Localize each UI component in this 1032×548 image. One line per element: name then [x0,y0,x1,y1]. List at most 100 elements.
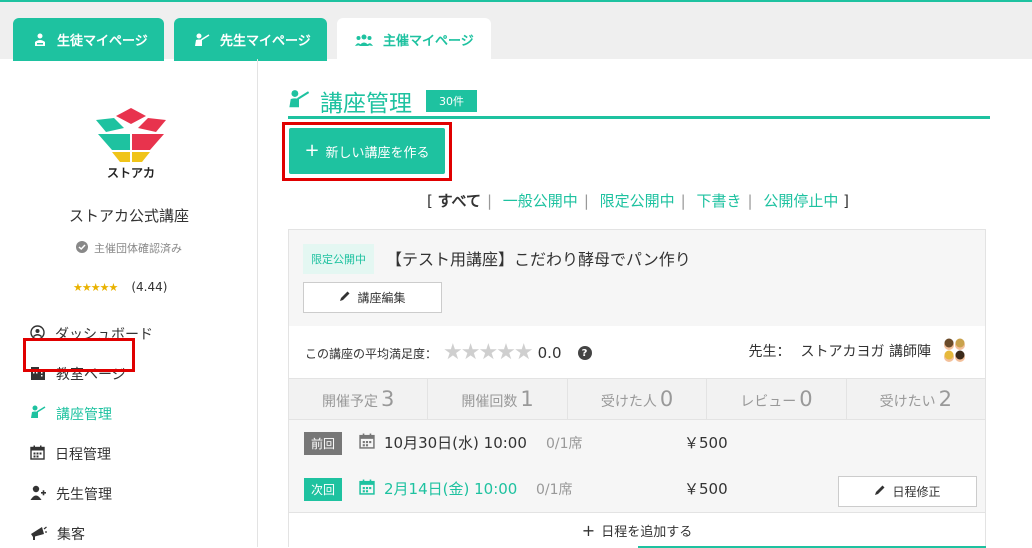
schedule-row-previous: 前回 10月30日(水) 10:00 0/1席 ￥500 [289,420,985,466]
satisfaction-stars: ★★★★★ [443,340,534,365]
sidebar-item-marketing[interactable]: 集客 [30,524,85,544]
top-tab-bar: 生徒マイページ 先生マイページ 主催マイページ [0,0,1032,61]
schedule-seats: 0/1席 [546,436,583,452]
stat-value: 1 [520,387,534,411]
schedule-date: 10月30日(水) 10:00 [384,434,527,452]
user-plus-icon [30,485,46,504]
sidebar-item-label: 集客 [57,527,85,543]
pencil-icon [874,484,886,499]
check-circle-icon [76,240,88,256]
sidebar-item-label: 講座管理 [56,407,112,423]
teacher-info: 先生： ストアカヨガ 講師陣 [749,338,967,364]
course-meta-row: この講座の平均満足度： ★★★★★ 0.0 ? 先生： ストアカヨガ 講師陣 [289,326,985,378]
org-logo: ストアカ [94,106,168,186]
sidebar-item-label: 日程管理 [55,447,111,463]
page-title: 講座管理 [320,91,412,117]
sidebar: ストアカ ストアカ公式講座 主催団体確認済み ★★★★★ (4.44) ダッシュ… [0,59,258,547]
stat-label: 受けた人 [600,394,657,410]
schedule-price: ￥500 [684,480,728,498]
stat-held: 開催回数 1 [428,379,568,419]
tab-teacher-mypage[interactable]: 先生マイページ [174,18,327,61]
course-card: 限定公開中 【テスト用講座】こだわり酵母でパン作り 講座編集 この講座の平均満足… [288,229,986,548]
new-course-button[interactable]: + 新しい講座を作る [289,128,445,174]
teacher-avatar[interactable] [941,338,967,364]
stat-reviews: レビュー 0 [707,379,847,419]
title-divider [288,116,990,119]
tab-student-mypage[interactable]: 生徒マイページ [13,18,164,61]
filter-separator: | [747,192,753,210]
rating-value: (4.44) [131,280,168,294]
schedule-row-next: 次回 2月14日(金) 10:00 0/1席 ￥500 日程修正 [289,466,985,512]
next-badge: 次回 [304,478,343,501]
schedule-date: 2月14日(金) 10:00 [384,480,518,498]
stat-label: レビュー [740,394,797,410]
schedule-price: ￥500 [684,434,728,452]
filter-bracket-open: [ [426,192,433,210]
edit-course-button[interactable]: 講座編集 [303,282,442,313]
teacher-name[interactable]: ストアカヨガ 講師陣 [801,341,931,361]
add-schedule-button[interactable]: + 日程を追加する [289,512,985,548]
course-stats: 開催予定 3 開催回数 1 受けた人 0 レビュー 0 受けたい 2 [289,378,985,420]
tab-label: 生徒マイページ [57,34,148,49]
tab-label: 主催マイページ [383,34,474,49]
filter-public[interactable]: 一般公開中 [503,192,578,210]
filter-bracket-close: ] [843,192,850,210]
student-icon [33,33,47,47]
course-title[interactable]: 【テスト用講座】こだわり酵母でパン作り [386,246,691,270]
stat-label: 開催回数 [461,394,518,410]
group-icon [355,34,373,46]
tab-organizer-mypage[interactable]: 主催マイページ [337,18,491,61]
filter-draft[interactable]: 下書き [697,192,742,210]
teacher-icon [194,33,210,47]
pencil-icon [339,290,351,305]
satisfaction-label: この講座の平均満足度： [305,346,438,361]
verified-status: 主催団体確認済み [0,240,258,256]
plus-icon: + [581,520,596,540]
course-card-header: 限定公開中 【テスト用講座】こだわり酵母でパン作り 講座編集 [289,230,985,326]
new-course-label: 新しい講座を作る [325,145,430,161]
stat-label: 開催予定 [322,394,379,410]
logo-text: ストアカ [106,166,155,180]
course-count-badge: 30件 [426,90,477,112]
calendar-icon [30,445,45,464]
stat-attendees: 受けた人 0 [568,379,708,419]
satisfaction: この講座の平均満足度： ★★★★★ 0.0 ? [305,342,592,364]
stat-label: 受けたい [879,394,936,410]
highlight-frame-sidebar [23,338,135,372]
stat-scheduled: 開催予定 3 [289,379,429,419]
org-rating: ★★★★★ (4.44) [73,280,167,294]
filter-limited[interactable]: 限定公開中 [600,192,675,210]
filter-separator: | [680,192,686,210]
satisfaction-score: 0.0 [537,344,562,362]
stat-value: 3 [381,387,395,411]
schedule-seats: 0/1席 [536,482,573,498]
filter-suspended[interactable]: 公開停止中 [763,192,838,210]
stat-wishlist: 受けたい 2 [847,379,985,419]
edit-course-label: 講座編集 [357,291,406,305]
filter-separator: | [486,192,493,210]
verified-label: 主催団体確認済み [94,242,182,255]
page-header: 講座管理 30件 [288,84,477,118]
teacher-label: 先生： [748,344,791,360]
stat-value: 0 [659,387,674,411]
calendar-icon [359,433,375,453]
stat-value: 2 [938,387,953,411]
sidebar-item-schedule-management[interactable]: 日程管理 [30,444,111,464]
edit-schedule-button[interactable]: 日程修正 [838,476,977,507]
sidebar-item-course-management[interactable]: 講座管理 [30,404,112,424]
tab-label: 先生マイページ [220,34,311,49]
rating-stars: ★★★★★ [73,280,118,294]
sidebar-item-teacher-management[interactable]: 先生管理 [30,484,112,504]
status-filter-bar: [ すべて | 一般公開中 | 限定公開中 | 下書き | 公開停止中 ] [0,190,1032,211]
sidebar-item-label: 先生管理 [56,487,112,503]
teacher-icon [288,89,310,113]
plus-icon: + [304,140,320,161]
filter-separator: | [583,192,589,210]
teacher-icon [30,405,46,423]
calendar-icon [359,479,375,499]
help-icon[interactable]: ? [577,346,592,360]
stat-value: 0 [799,387,813,411]
filter-all[interactable]: すべて [438,192,481,210]
megaphone-icon [30,525,47,544]
edit-schedule-label: 日程修正 [892,485,941,499]
